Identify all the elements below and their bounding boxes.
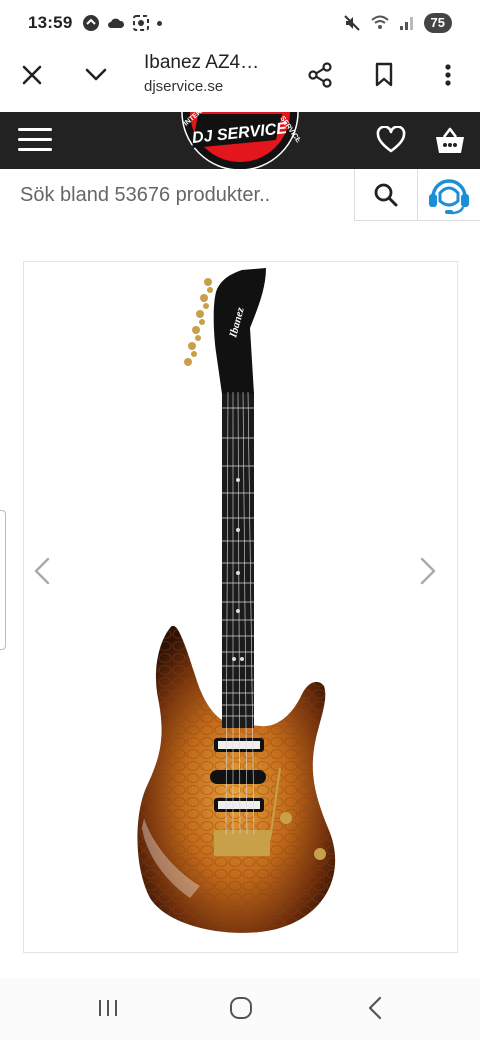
close-icon <box>22 65 42 85</box>
page-title: Ibanez AZ4… <box>144 52 260 73</box>
sync-icon <box>83 15 100 31</box>
dj-service-logo: INTERNATIONAL SERVICE DJ SERVICE <box>181 85 302 171</box>
guitar-pickups <box>210 738 266 812</box>
wishlist-button[interactable] <box>376 125 406 159</box>
back-icon <box>368 996 382 1020</box>
menu-button[interactable] <box>18 128 52 152</box>
home-button[interactable] <box>229 996 253 1025</box>
tab-title-area[interactable]: Ibanez AZ4… djservice.se <box>144 52 259 95</box>
site-header: INTERNATIONAL SERVICE DJ SERVICE <box>0 85 480 171</box>
headset-icon <box>429 179 469 215</box>
home-icon <box>230 997 252 1019</box>
status-time: 13:59 <box>28 13 73 32</box>
menu-icon-line <box>18 148 52 151</box>
share-button[interactable] <box>304 59 336 91</box>
bookmark-icon <box>375 62 393 87</box>
basket-icon <box>436 127 464 153</box>
side-panel-handle[interactable] <box>0 510 6 650</box>
recent-apps-icon <box>99 1000 117 1016</box>
minimize-tab-button[interactable] <box>80 59 112 91</box>
wifi-icon <box>370 15 389 29</box>
heart-icon <box>376 125 406 153</box>
chevron-right-icon <box>420 557 436 585</box>
page-url: djservice.se <box>144 78 224 95</box>
recent-apps-button[interactable] <box>96 996 120 1025</box>
share-icon <box>308 62 332 88</box>
system-navigation-bar <box>0 978 480 1040</box>
product-image: Ibanez <box>137 268 336 933</box>
search-bar <box>0 169 480 221</box>
cart-button[interactable] <box>434 126 466 161</box>
more-vert-icon <box>445 64 451 86</box>
screenshot-icon <box>133 15 150 31</box>
site-logo[interactable]: INTERNATIONAL SERVICE DJ SERVICE <box>180 85 302 171</box>
status-bar: 13:59 75 <box>0 0 480 46</box>
next-image-button[interactable] <box>418 556 438 591</box>
browser-toolbar: Ibanez AZ4… djservice.se <box>0 46 480 112</box>
more-notifications-dot <box>157 20 163 26</box>
close-tab-button[interactable] <box>16 59 48 91</box>
menu-icon <box>18 128 52 131</box>
customer-support-button[interactable] <box>418 169 480 221</box>
search-button[interactable] <box>355 169 418 221</box>
bookmark-button[interactable] <box>368 59 400 91</box>
menu-icon-line <box>18 138 52 141</box>
chevron-down-icon <box>85 68 107 81</box>
tuning-pegs <box>184 278 213 366</box>
more-options-button[interactable] <box>432 59 464 91</box>
battery-indicator: 75 <box>423 13 452 33</box>
status-system-icons: 75 <box>343 13 452 33</box>
guitar-bridge <box>214 830 270 856</box>
status-notification-icons <box>82 14 163 32</box>
chevron-left-icon <box>34 557 50 585</box>
search-icon <box>374 183 398 207</box>
previous-image-button[interactable] <box>32 556 52 591</box>
search-input[interactable] <box>0 169 355 221</box>
back-button[interactable] <box>366 996 386 1025</box>
mute-icon <box>343 15 360 31</box>
signal-icon <box>399 17 413 30</box>
cloud-icon <box>108 18 125 28</box>
